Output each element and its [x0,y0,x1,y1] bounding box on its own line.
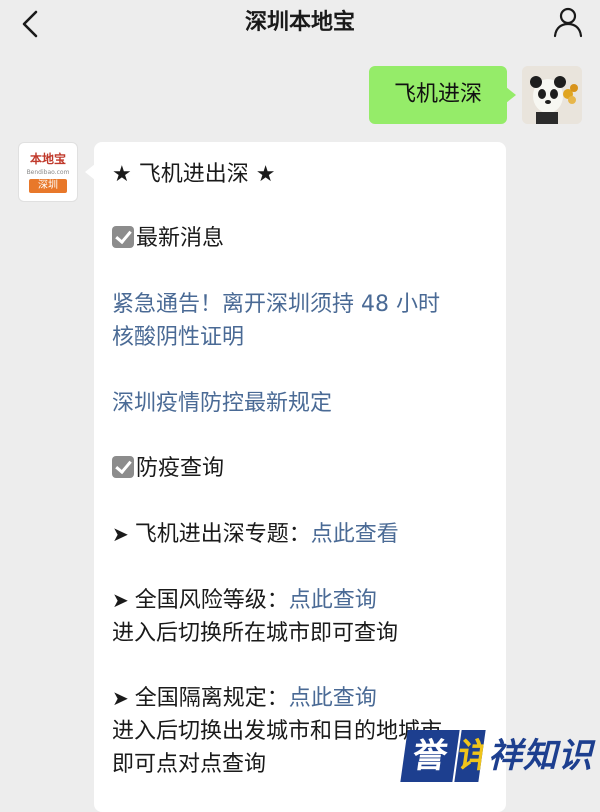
profile-button[interactable] [550,4,586,40]
link-emergency-notice-cont[interactable]: 核酸阴性证明 [112,321,244,354]
watermark-logo: 誉 详 祥知识 [400,728,594,784]
user-avatar[interactable] [522,66,582,124]
reply-heading: ★ 飞机进出深 ★ [112,162,276,187]
section-latest-news: 最新消息 [112,222,224,255]
item-label: 飞机进出深专题： [134,522,311,547]
page-title: 深圳本地宝 [244,10,355,35]
watermark-char: 详 [454,730,486,782]
bendibao-avatar[interactable]: 本地宝 Bendibao.com 深圳 [18,142,78,202]
arrowhead-right-icon: ➤ [112,686,129,710]
link-emergency-notice[interactable]: 紧急通告！离开深圳须持 48 小时 [112,288,440,321]
outgoing-message-bubble[interactable]: 飞机进深 [369,66,516,124]
checkbox-checked-icon [112,456,134,478]
item-label: 全国隔离规定： [134,686,289,711]
arrowhead-right-icon: ➤ [112,588,129,612]
panda-avatar-icon [522,66,582,124]
watermark-text: 祥知识 [488,736,593,776]
link-view-topic[interactable]: 点此查看 [311,522,399,547]
logo-url-text: Bendibao.com [26,169,70,176]
item-risk-note: 进入后切换所在城市即可查询 [112,621,399,646]
incoming-message-bubble: ★ 飞机进出深 ★ 最新消息 紧急通告！离开深圳须持 48 小时 核酸阴性证明 … [85,142,506,812]
section-title: 防疫查询 [136,456,225,481]
item-quarantine-note-cont: 即可点对点查询 [112,752,267,777]
item-risk-level: ➤ 全国风险等级：点此查询 [112,584,377,617]
checkbox-checked-icon [112,226,134,248]
top-bar: 深圳本地宝 [0,0,600,48]
section-title: 最新消息 [136,226,225,251]
item-quarantine-note: 进入后切换出发城市和目的地城市 [112,719,443,744]
logo-city-tag: 深圳 [29,179,67,193]
item-label: 全国风险等级： [134,588,289,613]
person-icon [553,7,583,38]
section-epidemic-query: 防疫查询 [112,452,224,485]
link-query-risk[interactable]: 点此查询 [289,588,377,613]
link-latest-rules[interactable]: 深圳疫情防控最新规定 [112,387,332,420]
outgoing-message-text: 飞机进深 [393,82,482,107]
logo-brand-text: 本地宝 [29,152,66,166]
arrowhead-right-icon: ➤ [112,522,129,546]
item-quarantine-rules: ➤ 全国隔离规定：点此查询 [112,682,377,715]
item-flight-topic: ➤ 飞机进出深专题：点此查看 [112,518,399,551]
link-query-quarantine[interactable]: 点此查询 [289,686,377,711]
watermark-char: 誉 [400,730,460,782]
